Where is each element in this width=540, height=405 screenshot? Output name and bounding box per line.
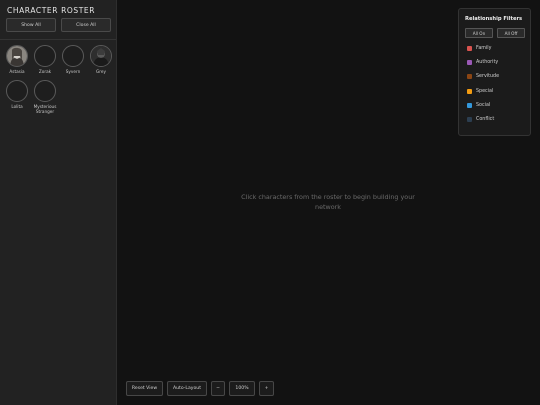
filter-label: Family bbox=[476, 46, 492, 51]
character-card-lolita[interactable]: Lolita bbox=[4, 80, 30, 109]
filter-conflict[interactable]: Conflict bbox=[467, 116, 494, 123]
filter-social[interactable]: Social bbox=[467, 102, 490, 109]
avatar-lolita bbox=[6, 80, 28, 102]
servitude-swatch bbox=[467, 74, 472, 79]
character-name: Astasia bbox=[9, 69, 25, 74]
filter-servitude[interactable]: Servitude bbox=[467, 73, 499, 80]
character-name: Syvern bbox=[65, 69, 81, 74]
filter-special[interactable]: Special bbox=[467, 88, 493, 95]
zoom-out-button[interactable]: − bbox=[211, 381, 225, 396]
character-name: Zorak bbox=[38, 69, 52, 74]
show-all-button[interactable]: Show All bbox=[6, 18, 56, 32]
character-name: Mysterious Stranger bbox=[33, 104, 57, 114]
avatar-mysterious-stranger bbox=[34, 80, 56, 102]
portrait-image bbox=[91, 46, 111, 66]
avatar-zorak bbox=[34, 45, 56, 67]
filters-title: Relationship Filters bbox=[465, 16, 523, 22]
social-swatch bbox=[467, 103, 472, 108]
all-on-button[interactable]: All On bbox=[465, 28, 493, 38]
conflict-swatch bbox=[467, 117, 472, 122]
character-card-grey[interactable]: Grey bbox=[88, 45, 114, 74]
app-root: CHARACTER ROSTER Show All Close All Asta… bbox=[0, 0, 540, 405]
filter-authority[interactable]: Authority bbox=[467, 59, 498, 66]
character-card-syvern[interactable]: Syvern bbox=[60, 45, 86, 74]
portrait-image bbox=[7, 46, 27, 66]
filter-label: Special bbox=[476, 89, 494, 94]
auto-layout-button[interactable]: Auto-Layout bbox=[167, 381, 207, 396]
reset-view-button[interactable]: Reset View bbox=[126, 381, 163, 396]
zoom-level-display: 100% bbox=[229, 381, 255, 396]
empty-state-message: Click characters from the roster to begi… bbox=[241, 193, 415, 211]
family-swatch bbox=[467, 46, 472, 51]
character-name: Grey bbox=[96, 69, 106, 74]
relationship-filters-panel: Relationship Filters All On All Off Fami… bbox=[458, 8, 531, 136]
special-swatch bbox=[467, 89, 472, 94]
avatar-astasia bbox=[6, 45, 28, 67]
avatar-syvern bbox=[62, 45, 84, 67]
character-name: Lolita bbox=[11, 104, 23, 109]
zoom-in-button[interactable]: + bbox=[259, 381, 274, 396]
filter-family[interactable]: Family bbox=[467, 45, 491, 52]
authority-swatch bbox=[467, 60, 472, 65]
avatar-grey bbox=[90, 45, 112, 67]
sidebar-title: CHARACTER ROSTER bbox=[7, 6, 96, 15]
character-card-zorak[interactable]: Zorak bbox=[32, 45, 58, 74]
filter-label: Conflict bbox=[476, 117, 495, 122]
character-card-mysterious-stranger[interactable]: Mysterious Stranger bbox=[32, 80, 58, 114]
filter-label: Authority bbox=[476, 60, 499, 65]
character-roster-sidebar: CHARACTER ROSTER Show All Close All Asta… bbox=[0, 0, 117, 405]
sidebar-divider bbox=[0, 39, 116, 40]
filter-label: Servitude bbox=[476, 74, 500, 79]
filter-label: Social bbox=[476, 103, 491, 108]
character-card-astasia[interactable]: Astasia bbox=[4, 45, 30, 74]
all-off-button[interactable]: All Off bbox=[497, 28, 525, 38]
close-all-button[interactable]: Close All bbox=[61, 18, 111, 32]
